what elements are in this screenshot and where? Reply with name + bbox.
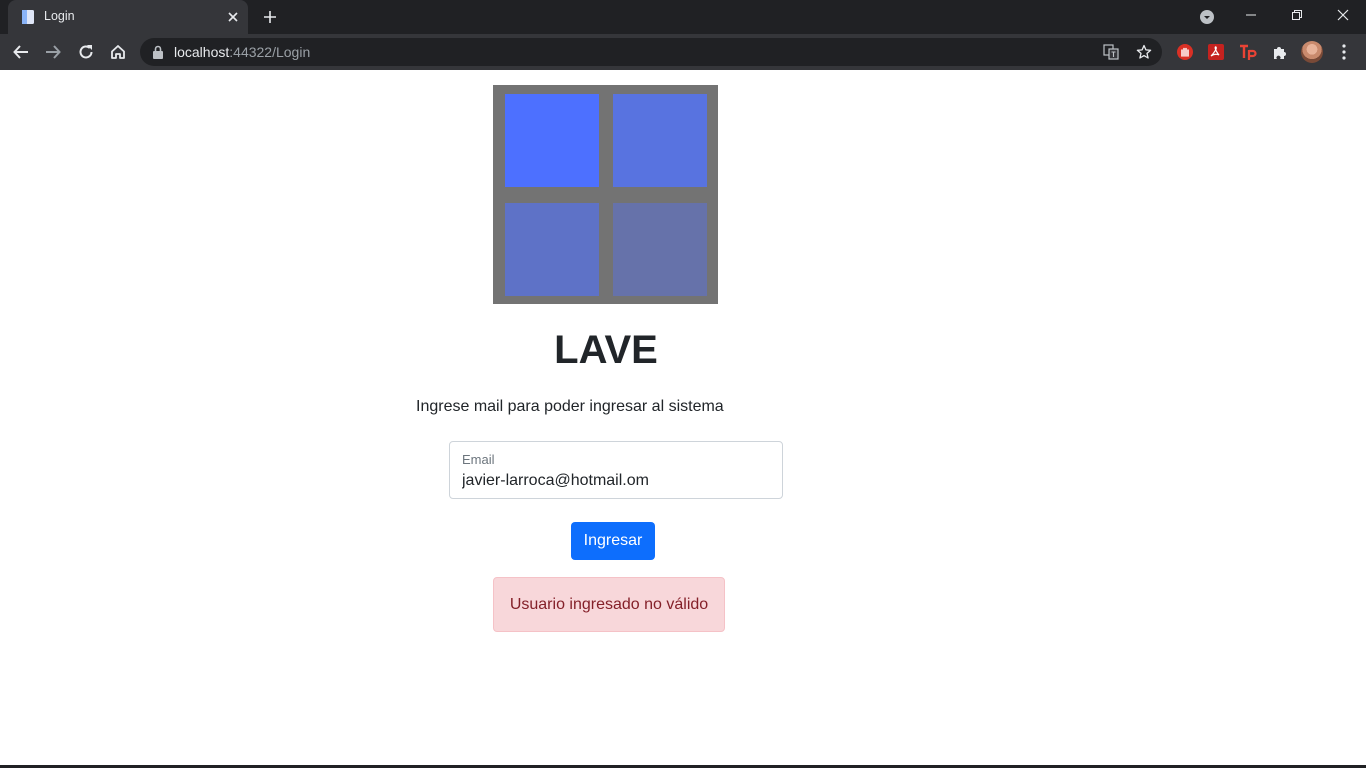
logo-tile xyxy=(505,94,599,187)
tab-search-icon[interactable] xyxy=(1196,6,1218,28)
close-tab-icon[interactable] xyxy=(224,8,242,26)
url-path: :44322/Login xyxy=(229,44,311,60)
logo-tile xyxy=(613,203,707,296)
app-logo xyxy=(493,85,718,304)
active-tab[interactable]: Login xyxy=(8,0,248,34)
logo-tile xyxy=(613,94,707,187)
minimize-icon[interactable] xyxy=(1228,0,1274,30)
kebab-menu-icon[interactable] xyxy=(1334,40,1354,64)
email-field[interactable]: Email xyxy=(449,441,783,499)
home-icon[interactable] xyxy=(105,39,131,65)
back-arrow-icon[interactable] xyxy=(8,39,34,65)
tab-strip: Login xyxy=(0,0,1366,34)
email-label: Email xyxy=(462,452,495,467)
tp-extension-icon[interactable] xyxy=(1237,41,1259,63)
window-close-icon[interactable] xyxy=(1320,0,1366,30)
page-content: LAVE Ingrese mail para poder ingresar al… xyxy=(0,70,1366,768)
page-icon xyxy=(20,9,36,25)
adblock-icon[interactable] xyxy=(1174,41,1196,63)
star-icon[interactable] xyxy=(1135,43,1153,61)
address-bar[interactable]: localhost:44322/Login xyxy=(140,38,1162,66)
new-tab-plus-icon[interactable] xyxy=(258,6,282,28)
page-title: LAVE xyxy=(554,328,658,372)
email-input[interactable] xyxy=(462,470,772,492)
reload-icon[interactable] xyxy=(73,39,99,65)
url-text[interactable]: localhost:44322/Login xyxy=(174,44,310,60)
error-alert: Usuario ingresado no válido xyxy=(493,577,725,632)
forward-arrow-icon[interactable] xyxy=(40,39,66,65)
url-host: localhost xyxy=(174,44,230,60)
puzzle-icon[interactable] xyxy=(1269,41,1291,63)
browser-toolbar: localhost:44322/Login xyxy=(0,34,1366,70)
profile-avatar[interactable] xyxy=(1301,41,1323,63)
restore-icon[interactable] xyxy=(1274,0,1320,30)
logo-tile xyxy=(505,203,599,296)
tab-title: Login xyxy=(44,9,75,23)
login-button[interactable]: Ingresar xyxy=(571,522,655,560)
pdf-icon[interactable] xyxy=(1205,41,1227,63)
translate-icon[interactable] xyxy=(1102,43,1120,61)
instructions-text: Ingrese mail para poder ingresar al sist… xyxy=(416,398,724,415)
lock-icon[interactable] xyxy=(152,45,164,59)
